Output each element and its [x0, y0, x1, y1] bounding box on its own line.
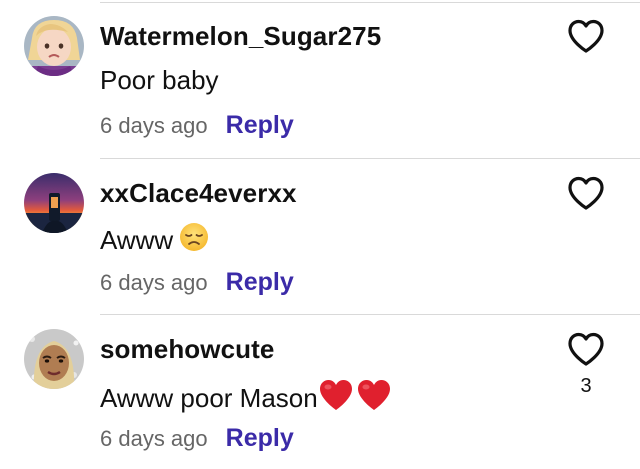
- heart-outline-icon: [568, 332, 604, 366]
- sunset-photo-avatar-icon: [24, 173, 84, 233]
- comment-text-content: Awww poor Mason: [100, 383, 318, 413]
- like-count: 3: [580, 375, 592, 397]
- comment-meta: 6 days ago Reply: [100, 268, 294, 297]
- reply-button[interactable]: Reply: [226, 424, 294, 453]
- like-button[interactable]: [566, 174, 606, 214]
- comment-text: Awww poor Mason: [100, 378, 392, 419]
- username[interactable]: somehowcute: [100, 334, 274, 365]
- heart-outline-icon: [568, 19, 604, 53]
- avatar[interactable]: [24, 16, 84, 76]
- heart-outline-icon: [568, 176, 604, 210]
- comment-meta: 6 days ago Reply: [100, 111, 294, 140]
- comment-text-content: Poor baby: [100, 65, 219, 95]
- disappointed-face-emoji: [179, 222, 209, 259]
- comment-list: Watermelon_Sugar275 Poor baby 6 days ago…: [0, 0, 640, 464]
- username[interactable]: Watermelon_Sugar275: [100, 21, 381, 52]
- comment-text-content: Awww: [100, 225, 174, 255]
- red-heart-icon: [319, 380, 352, 410]
- comment-text: Poor baby: [100, 65, 219, 96]
- comment-meta: 6 days ago Reply: [100, 424, 294, 453]
- like-button[interactable]: [566, 330, 606, 370]
- reply-button[interactable]: Reply: [226, 268, 294, 297]
- comment-item: somehowcute Awww poor Mason 6 days ago R…: [0, 313, 640, 469]
- reply-button[interactable]: Reply: [226, 111, 294, 140]
- timestamp: 6 days ago: [100, 426, 208, 451]
- timestamp: 6 days ago: [100, 270, 208, 295]
- red-heart-emoji: [318, 378, 354, 419]
- comment-item: xxClace4everxx Awww 6 days ago Reply: [0, 157, 640, 313]
- child-face-avatar-icon: [24, 16, 84, 76]
- timestamp: 6 days ago: [100, 113, 208, 138]
- username[interactable]: xxClace4everxx: [100, 178, 297, 209]
- red-heart-icon: [357, 380, 390, 410]
- red-heart-emoji: [356, 378, 392, 419]
- disappointed-face-icon: [180, 223, 209, 251]
- cartoon-face-avatar-icon: [24, 329, 84, 389]
- like-button[interactable]: [566, 17, 606, 57]
- comment-item: Watermelon_Sugar275 Poor baby 6 days ago…: [0, 0, 640, 156]
- comment-text: Awww: [100, 222, 209, 259]
- avatar[interactable]: [24, 329, 84, 389]
- avatar[interactable]: [24, 173, 84, 233]
